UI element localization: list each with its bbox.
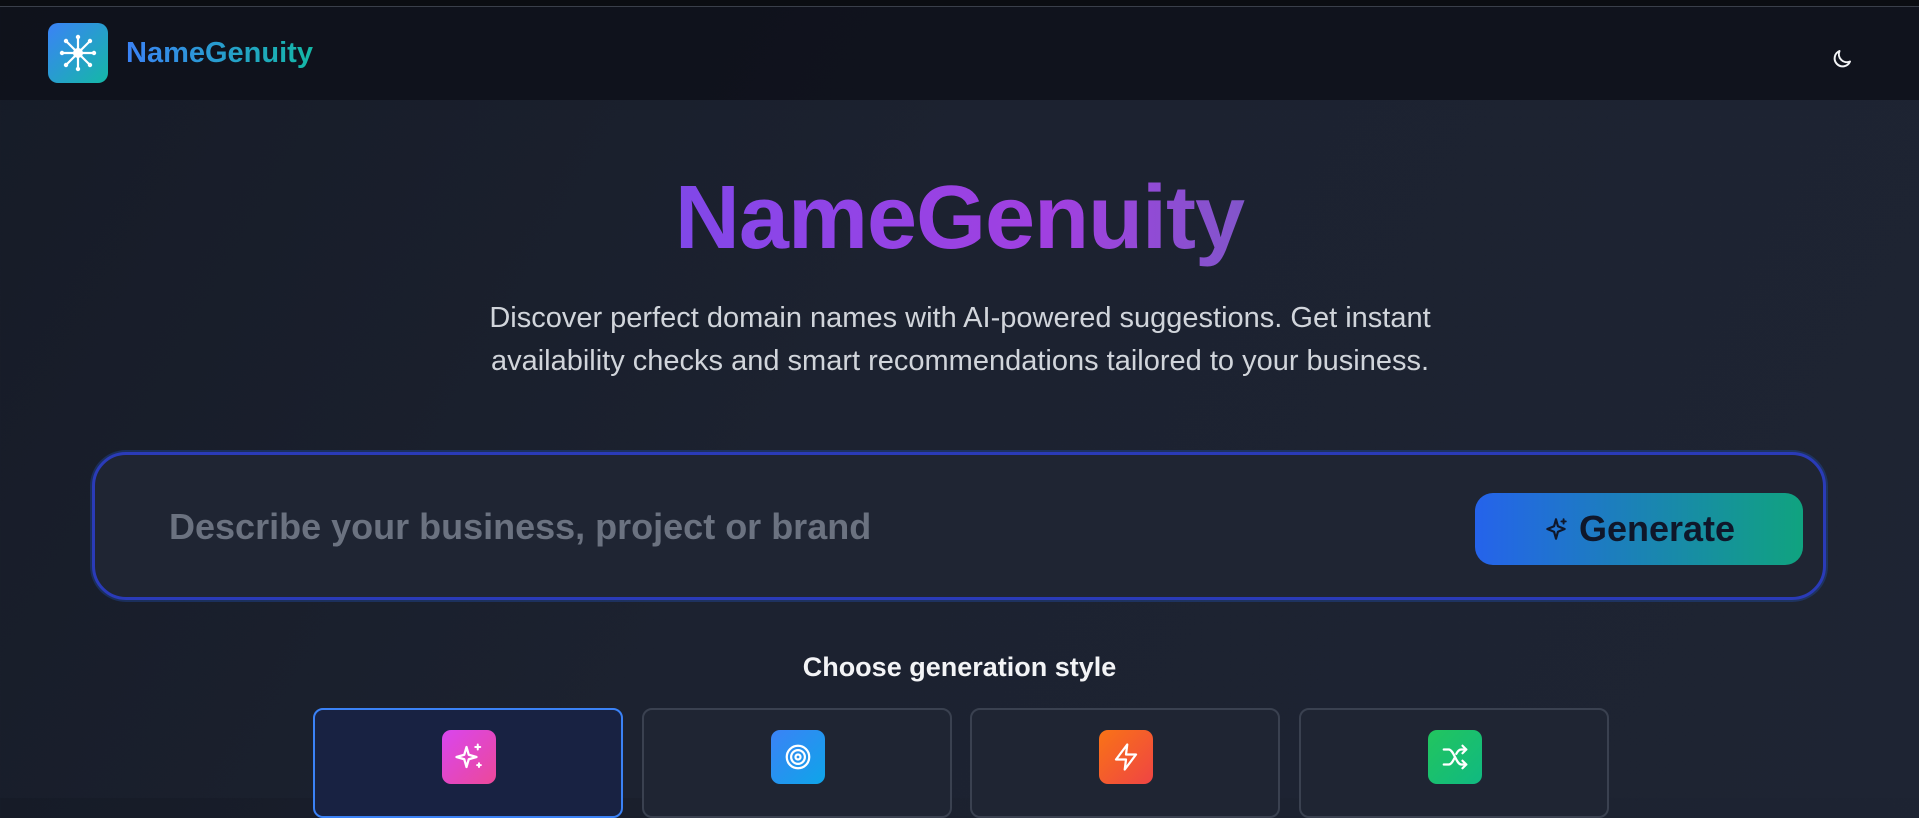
top-navbar: NameGenuity bbox=[0, 7, 1919, 100]
hero-title: NameGenuity bbox=[0, 163, 1919, 273]
brand-name[interactable]: NameGenuity bbox=[126, 37, 313, 70]
style-option-creative[interactable] bbox=[313, 708, 623, 818]
style-option-random[interactable] bbox=[1299, 708, 1609, 818]
style-icon-box bbox=[1428, 730, 1482, 784]
subtitle-line-1: Discover perfect domain names with AI-po… bbox=[489, 302, 1431, 334]
business-description-input[interactable] bbox=[167, 495, 1371, 559]
sparkles-icon bbox=[455, 743, 482, 769]
logo[interactable] bbox=[48, 23, 108, 83]
sparkle-icon bbox=[1546, 518, 1567, 540]
style-icon-box bbox=[1099, 730, 1153, 784]
style-section-heading: Choose generation style bbox=[802, 652, 1117, 682]
hero-subtitle: Discover perfect domain names with AI-po… bbox=[460, 297, 1460, 383]
shuffle-icon bbox=[1442, 744, 1468, 770]
theme-toggle-button[interactable] bbox=[1822, 39, 1862, 79]
generate-button-label: Generate bbox=[1578, 508, 1736, 549]
style-option-quick[interactable] bbox=[970, 708, 1280, 818]
target-icon bbox=[785, 744, 811, 770]
subtitle-line-2: availability checks and smart recommenda… bbox=[490, 345, 1430, 377]
style-option-targeted[interactable] bbox=[642, 708, 952, 818]
search-container: Generate bbox=[92, 452, 1826, 600]
window-top-border bbox=[0, 0, 1919, 7]
style-icon-box bbox=[442, 730, 496, 784]
generate-button[interactable]: Generate bbox=[1475, 493, 1803, 565]
moon-icon bbox=[1833, 50, 1851, 68]
network-hub-icon bbox=[59, 34, 97, 72]
lightning-icon bbox=[1114, 743, 1138, 771]
style-icon-box bbox=[771, 730, 825, 784]
